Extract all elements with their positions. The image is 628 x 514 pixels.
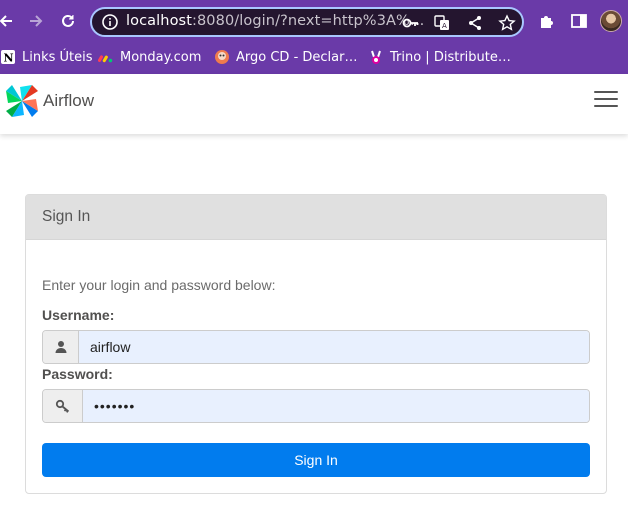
address-bar[interactable]: localhost:8080/login/?next=http%3A%… A [90, 7, 524, 37]
bookmark-monday[interactable]: Monday.com [98, 47, 201, 67]
airflow-logo-icon[interactable] [4, 83, 40, 119]
back-arrow-icon [0, 15, 12, 27]
bookmark-label: Trino | Distribute… [390, 49, 511, 65]
translate-icon[interactable]: A [433, 14, 451, 32]
forward-button[interactable] [24, 9, 48, 33]
password-input[interactable] [83, 390, 589, 422]
bookmark-star-icon[interactable] [498, 14, 516, 32]
reload-button[interactable] [56, 9, 80, 33]
app-brand-name[interactable]: Airflow [43, 91, 94, 111]
url-path: :8080/login/?next=http%3A%… [192, 13, 425, 29]
key-icon[interactable] [402, 14, 420, 32]
bookmark-label: Monday.com [120, 49, 202, 65]
url-host: localhost [126, 13, 192, 29]
username-field [42, 330, 590, 364]
browser-toolbar: localhost:8080/login/?next=http%3A%… A [0, 0, 628, 42]
sign-in-button[interactable]: Sign In [42, 443, 590, 477]
profile-avatar[interactable] [600, 10, 622, 32]
side-panel-icon[interactable] [570, 12, 588, 30]
forward-arrow-icon [30, 15, 43, 27]
browser-chrome: localhost:8080/login/?next=http%3A%… A N… [0, 0, 628, 74]
user-icon [55, 341, 66, 353]
svg-text:N: N [4, 52, 14, 65]
user-addon [43, 331, 79, 363]
login-hint: Enter your login and password below: [42, 277, 276, 293]
bookmark-trino[interactable]: Trino | Distribute… [368, 47, 511, 67]
trino-icon [368, 49, 384, 65]
login-panel-title: Sign In [42, 208, 91, 225]
login-panel-header: Sign In [26, 195, 606, 240]
login-panel: Sign In Enter your login and password be… [25, 194, 607, 494]
password-label: Password: [42, 366, 113, 382]
site-info-icon[interactable] [101, 13, 119, 31]
back-button[interactable] [0, 9, 18, 33]
url-text[interactable]: localhost:8080/login/?next=http%3A%… [126, 13, 425, 29]
bookmark-label: Links Úteis [22, 49, 93, 65]
password-addon [43, 390, 83, 422]
bookmark-argo-cd[interactable]: Argo CD - Declar… [214, 47, 357, 67]
extensions-puzzle-icon[interactable] [538, 12, 556, 30]
app-header: Airflow [0, 74, 628, 134]
bookmarks-bar: N Links Úteis Monday.com Argo CD - Decla… [0, 42, 628, 72]
svg-text:A: A [442, 22, 447, 30]
bookmark-links-uteis[interactable]: N Links Úteis [0, 47, 93, 67]
username-input[interactable] [79, 331, 589, 363]
menu-toggle-icon[interactable] [594, 91, 618, 111]
password-field [42, 389, 590, 423]
bookmark-label: Argo CD - Declar… [236, 49, 358, 65]
monday-icon [98, 49, 114, 65]
username-label: Username: [42, 307, 115, 323]
key-icon [55, 399, 69, 413]
reload-icon [62, 14, 74, 27]
share-icon[interactable] [466, 14, 484, 32]
argo-icon [214, 49, 230, 65]
notion-icon: N [0, 49, 16, 65]
